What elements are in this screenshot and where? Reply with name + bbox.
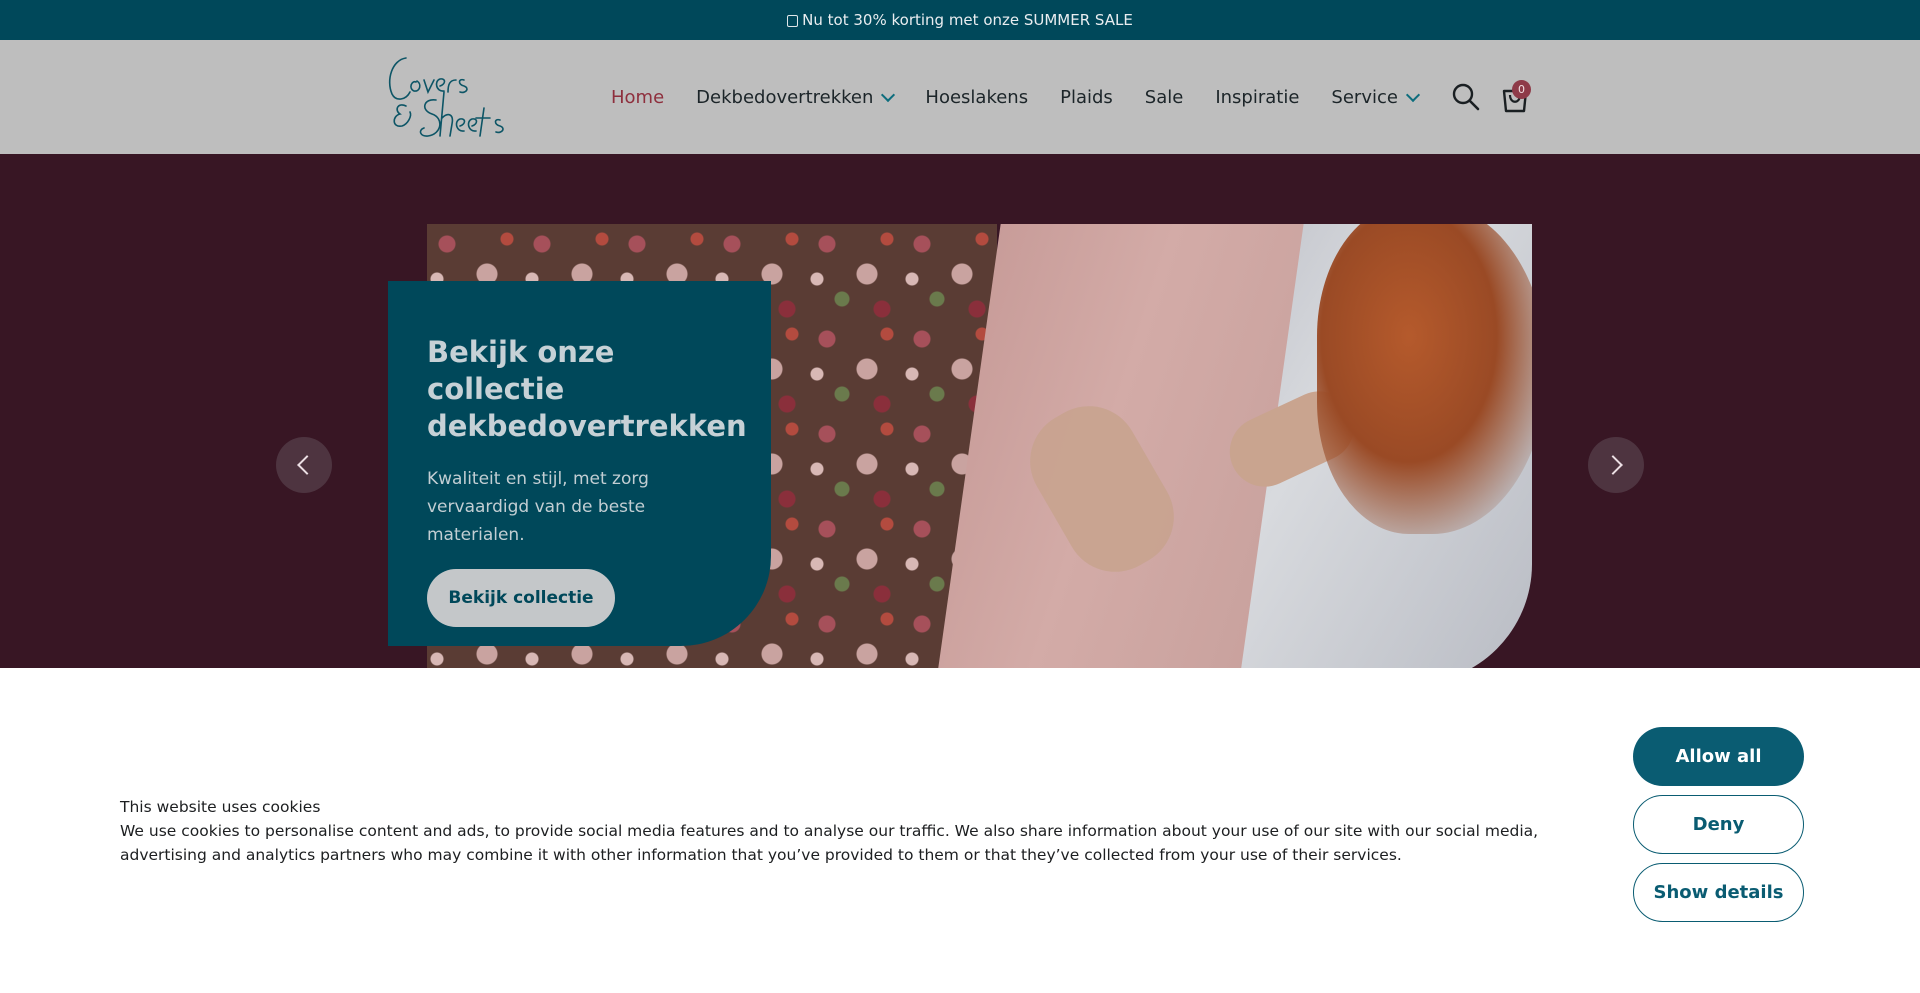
cart-count-badge: 0 [1512, 80, 1531, 99]
cookie-title: This website uses cookies [120, 798, 321, 816]
hair [1317, 224, 1532, 534]
allow-all-button[interactable]: Allow all [1633, 727, 1804, 786]
nav-item-home[interactable]: Home [611, 87, 664, 108]
nav-label: Sale [1144, 87, 1184, 108]
hero-banner: Bekijk onze collectie dekbedovertrekken … [0, 154, 1920, 668]
cookie-text: This website uses cookies We use cookies… [120, 795, 1570, 867]
search-icon[interactable] [1451, 82, 1481, 112]
nav-item-hoeslakens[interactable]: Hoeslakens [925, 87, 1028, 108]
chevron-right-icon [1603, 455, 1623, 475]
logo[interactable] [384, 50, 534, 146]
bag-icon [787, 15, 799, 27]
nav-item-sale[interactable]: Sale [1145, 87, 1184, 108]
nav-label: Plaids [1060, 87, 1113, 108]
nav-item-inspiratie[interactable]: Inspiratie [1215, 87, 1299, 108]
chevron-left-icon [297, 455, 317, 475]
announcement-text: Nu tot 30% korting met onze SUMMER SALE [802, 11, 1133, 29]
nav-label: Inspiratie [1215, 87, 1300, 108]
deny-button[interactable]: Deny [1633, 795, 1804, 854]
nav-label: Hoeslakens [925, 87, 1029, 108]
main-nav: Home Dekbedovertrekken Hoeslakens Plaids… [611, 87, 1450, 108]
nav-label: Dekbedovertrekken [696, 87, 874, 108]
site-header: Home Dekbedovertrekken Hoeslakens Plaids… [0, 40, 1920, 154]
cookie-body: We use cookies to personalise content an… [120, 822, 1539, 864]
nav-item-service[interactable]: Service [1331, 87, 1421, 108]
carousel-next-button[interactable] [1588, 437, 1644, 493]
nav-label: Home [611, 87, 665, 108]
cookie-banner: This website uses cookies We use cookies… [0, 668, 1920, 993]
announcement-bar: Nu tot 30% korting met onze SUMMER SALE [0, 0, 1920, 40]
nav-item-plaids[interactable]: Plaids [1060, 87, 1113, 108]
hero-title: Bekijk onze collectie dekbedovertrekken [427, 335, 747, 443]
carousel-prev-button[interactable] [276, 437, 332, 493]
show-details-button[interactable]: Show details [1633, 863, 1804, 922]
view-collection-button[interactable]: Bekijk collectie [427, 569, 615, 627]
chevron-down-icon [1405, 87, 1421, 102]
chevron-down-icon [881, 87, 896, 102]
hero-subtitle: Kwaliteit en stijl, met zorg vervaardigd… [427, 469, 649, 545]
nav-label: Service [1331, 87, 1398, 108]
nav-item-dekbedovertrekken[interactable]: Dekbedovertrekken [696, 87, 896, 108]
hero-promo-card: Bekijk onze collectie dekbedovertrekken … [388, 281, 771, 646]
